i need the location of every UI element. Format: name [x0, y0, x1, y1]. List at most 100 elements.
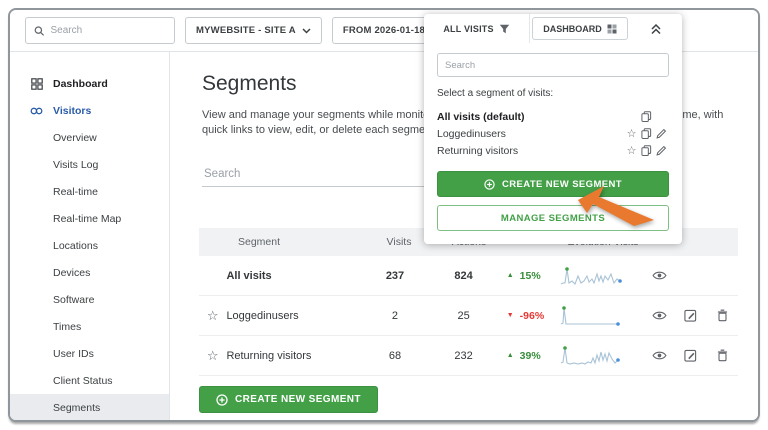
visitors-icon — [30, 106, 43, 116]
pencil-icon — [656, 128, 667, 139]
sidebar-item-label: Software — [53, 294, 94, 306]
star-icon[interactable]: ☆ — [199, 348, 226, 364]
actions-value: 824 — [420, 270, 506, 282]
actions-value: 25 — [420, 310, 506, 322]
eye-icon — [652, 310, 667, 321]
popup-create-new-segment-button[interactable]: CREATE NEW SEGMENT — [437, 171, 669, 197]
sidebar-item-label: Visits Log — [53, 159, 98, 171]
sidebar-item-label: Times — [53, 321, 81, 333]
edit-segment-button[interactable] — [675, 309, 706, 322]
evolution-percent: 39% — [520, 350, 554, 362]
copy-segment-button[interactable] — [639, 145, 654, 156]
popup-create-label: CREATE NEW SEGMENT — [502, 179, 622, 190]
evolution-sparkline — [560, 344, 622, 368]
header-visits: Visits — [373, 236, 425, 248]
sidebar-item-dashboard[interactable]: Dashboard — [10, 70, 169, 97]
segment-search-input[interactable] — [437, 53, 669, 77]
trend-up-icon: ▲ — [507, 352, 514, 359]
search-icon — [34, 25, 45, 37]
copy-icon — [641, 145, 652, 156]
sidebar-item-real-time-map[interactable]: Real-time Map — [10, 205, 169, 232]
view-segment-button[interactable] — [644, 350, 675, 361]
table-row: All visits 237 824 ▲ 15% — [199, 256, 738, 296]
evolution-percent: -96% — [520, 310, 554, 322]
dashboard-selector-button[interactable]: DASHBOARD — [532, 17, 628, 40]
segment-option-returning-visitors[interactable]: Returning visitors ☆ — [437, 142, 669, 159]
app-window: MYWEBSITE - SITE A FROM 2026-01-18 TO 20… — [8, 8, 760, 422]
delete-segment-button[interactable] — [707, 309, 738, 322]
evolution-percent: 15% — [520, 270, 554, 282]
pencil-icon — [656, 145, 667, 156]
plus-circle-icon — [484, 179, 495, 190]
view-segment-button[interactable] — [644, 270, 675, 281]
visits-value: 68 — [370, 350, 421, 362]
eye-icon — [652, 350, 667, 361]
create-new-segment-button[interactable]: CREATE NEW SEGMENT — [199, 386, 378, 413]
segment-name: Returning visitors — [226, 350, 369, 362]
sidebar-item-label: Devices — [53, 267, 90, 279]
sidebar-item-software[interactable]: Software — [10, 286, 169, 313]
manage-segments-button[interactable]: MANAGE SEGMENTS — [437, 205, 669, 231]
edit-segment-button[interactable] — [654, 145, 669, 156]
star-icon[interactable]: ☆ — [624, 144, 639, 157]
sidebar: Dashboard Visitors Overview Visits Log R… — [10, 52, 170, 420]
sidebar-item-label: Real-time Map — [53, 213, 121, 225]
global-search-input[interactable] — [51, 25, 167, 36]
copy-icon — [641, 128, 652, 139]
site-selector[interactable]: MYWEBSITE - SITE A — [185, 17, 322, 44]
sidebar-item-times[interactable]: Times — [10, 313, 169, 340]
star-icon[interactable]: ☆ — [624, 127, 639, 140]
eye-icon — [652, 270, 667, 281]
segment-selector-button[interactable]: ALL VISITS — [424, 14, 530, 43]
grid-icon — [607, 24, 617, 34]
sidebar-item-label: User IDs — [53, 348, 94, 360]
sidebar-item-devices[interactable]: Devices — [10, 259, 169, 286]
create-new-segment-label: CREATE NEW SEGMENT — [235, 394, 361, 405]
sidebar-item-locations[interactable]: Locations — [10, 232, 169, 259]
sidebar-item-label: Dashboard — [53, 78, 108, 90]
segment-icon — [499, 24, 510, 34]
trend-up-icon: ▲ — [507, 272, 514, 279]
sidebar-item-visitors[interactable]: Visitors — [10, 97, 169, 124]
sidebar-item-label: Locations — [53, 240, 98, 252]
screenshot-stage: MYWEBSITE - SITE A FROM 2026-01-18 TO 20… — [0, 0, 768, 430]
sidebar-item-real-time[interactable]: Real-time — [10, 178, 169, 205]
sidebar-item-segments[interactable]: Segments — [10, 394, 169, 421]
sidebar-item-label: Client Status — [53, 375, 113, 387]
segment-option-all-visits[interactable]: All visits (default) — [437, 108, 669, 125]
double-chevron-up-icon — [650, 23, 662, 35]
edit-icon — [684, 309, 697, 322]
site-selector-label: MYWEBSITE - SITE A — [196, 25, 296, 36]
segment-name: All visits — [226, 270, 369, 282]
segment-option-loggedinusers[interactable]: Loggedinusers ☆ — [437, 125, 669, 142]
global-search[interactable] — [25, 17, 175, 44]
copy-segment-button[interactable] — [639, 111, 654, 122]
sidebar-item-overview[interactable]: Overview — [10, 124, 169, 151]
sidebar-item-visits-log[interactable]: Visits Log — [10, 151, 169, 178]
star-icon[interactable]: ☆ — [199, 308, 226, 324]
segment-selector-popup: ALL VISITS DASHBOARD Select a segment of… — [424, 14, 682, 244]
popup-body: Select a segment of visits: All visits (… — [424, 43, 682, 244]
sidebar-item-user-ids[interactable]: User IDs — [10, 340, 169, 367]
sidebar-item-client-status[interactable]: Client Status — [10, 367, 169, 394]
segment-option-label: Loggedinusers — [437, 128, 624, 140]
sidebar-item-label: Visitors — [53, 105, 91, 117]
visits-value: 237 — [370, 270, 421, 282]
popup-header: ALL VISITS DASHBOARD — [424, 14, 682, 43]
view-segment-button[interactable] — [644, 310, 675, 321]
segments-table: Segment Visits Actions Evolution Visits … — [199, 228, 738, 376]
visits-value: 2 — [370, 310, 421, 322]
copy-icon — [641, 111, 652, 122]
trash-icon — [717, 349, 728, 362]
trend-down-icon: ▼ — [507, 312, 514, 319]
plus-circle-icon — [216, 394, 228, 406]
edit-segment-button[interactable] — [675, 349, 706, 362]
segment-option-label: Returning visitors — [437, 145, 624, 157]
chevron-down-icon — [302, 28, 311, 34]
segment-prompt: Select a segment of visits: — [437, 88, 669, 99]
collapse-button[interactable] — [630, 14, 682, 43]
dashboard-grid-icon — [30, 78, 43, 90]
edit-segment-button[interactable] — [654, 128, 669, 139]
copy-segment-button[interactable] — [639, 128, 654, 139]
delete-segment-button[interactable] — [707, 349, 738, 362]
